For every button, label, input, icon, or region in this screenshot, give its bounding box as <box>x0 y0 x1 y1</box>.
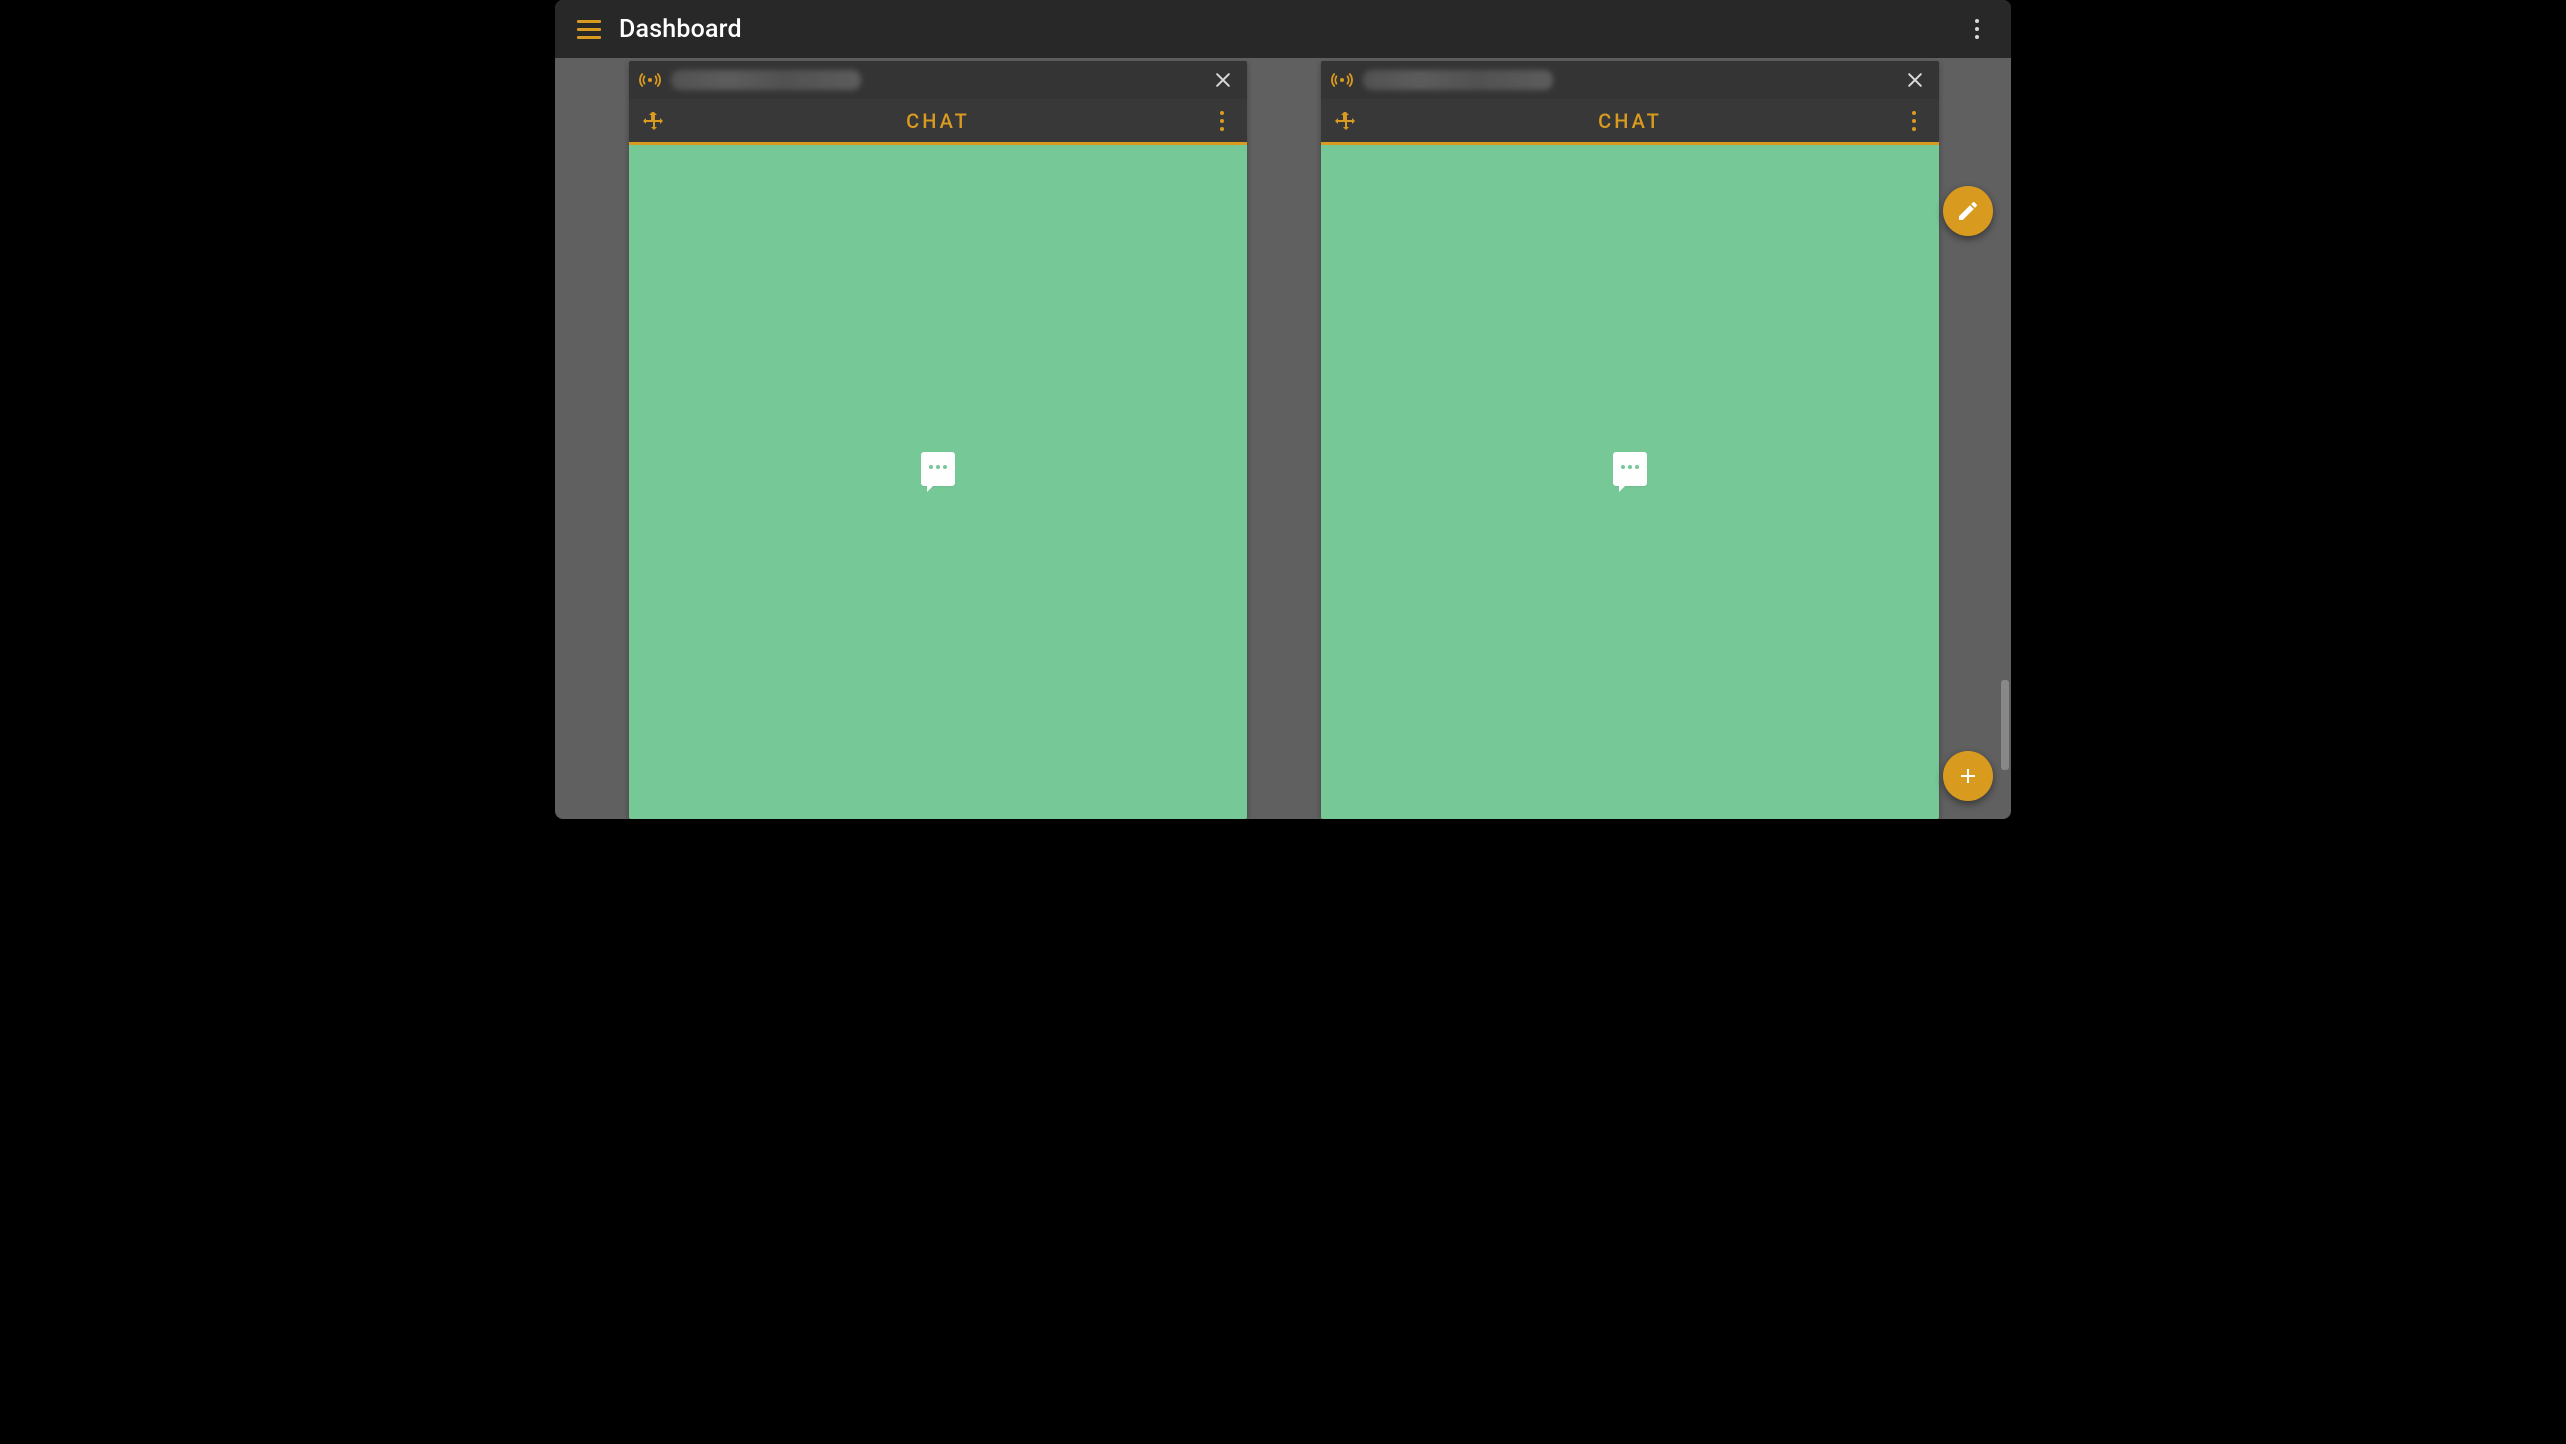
appbar-overflow-button[interactable] <box>1953 5 2001 53</box>
add-fab[interactable] <box>1943 751 1993 801</box>
vertical-dots-icon <box>1220 111 1224 131</box>
panel-tabbar: CHAT <box>629 99 1247 145</box>
panel-overflow-button[interactable] <box>1897 104 1931 138</box>
page-title: Dashboard <box>619 15 742 44</box>
panel-close-button[interactable] <box>1209 66 1237 94</box>
panel-body[interactable] <box>1321 145 1939 819</box>
panel-title-redacted <box>1363 70 1553 90</box>
appbar: Dashboard <box>555 0 2011 58</box>
hamburger-icon <box>577 20 601 39</box>
dashboard-panel: CHAT <box>1321 61 1939 819</box>
vertical-dots-icon <box>1975 19 1979 39</box>
pencil-icon <box>1956 199 1980 223</box>
beacon-icon <box>1331 69 1353 91</box>
dashboard-panel: CHAT <box>629 61 1247 819</box>
panel-header <box>1321 61 1939 99</box>
panel-move-handle[interactable] <box>1329 104 1363 138</box>
panel-tab-label[interactable]: CHAT <box>1598 109 1662 133</box>
panel-title-redacted <box>671 70 861 90</box>
panel-close-button[interactable] <box>1901 66 1929 94</box>
chat-bubble-icon <box>921 452 955 486</box>
hamburger-button[interactable] <box>565 5 613 53</box>
scrollbar-thumb[interactable] <box>2001 680 2009 770</box>
beacon-icon <box>639 69 661 91</box>
panel-move-handle[interactable] <box>637 104 671 138</box>
panel-tab-label[interactable]: CHAT <box>906 109 970 133</box>
vertical-dots-icon <box>1912 111 1916 131</box>
edit-fab[interactable] <box>1943 186 1993 236</box>
plus-icon <box>1956 764 1980 788</box>
panel-header <box>629 61 1247 99</box>
app-viewport: Dashboard <box>555 0 2011 819</box>
panel-tabbar: CHAT <box>1321 99 1939 145</box>
panel-body[interactable] <box>629 145 1247 819</box>
panel-overflow-button[interactable] <box>1205 104 1239 138</box>
chat-bubble-icon <box>1613 452 1647 486</box>
